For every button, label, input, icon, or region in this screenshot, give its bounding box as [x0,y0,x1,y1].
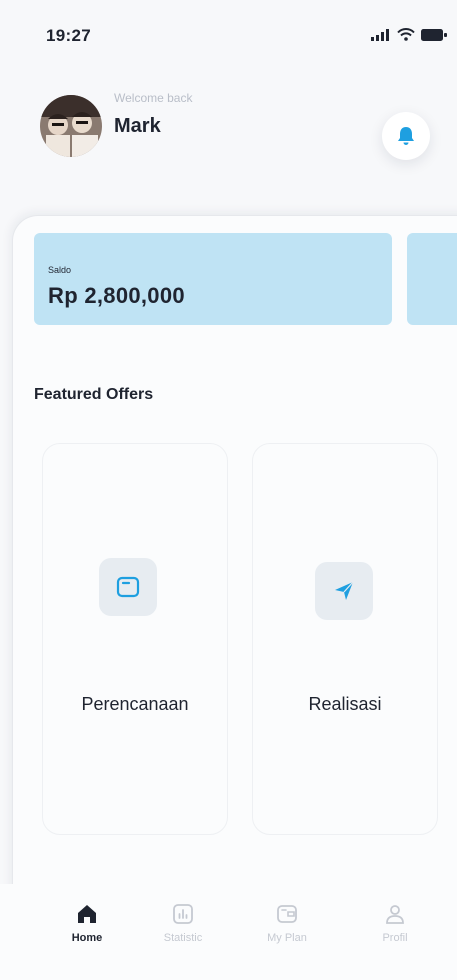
send-icon [335,581,354,600]
nav-label-statistic: Statistic [163,932,203,944]
status-icons [371,28,447,46]
wifi-icon [397,28,415,46]
welcome-text: Welcome back [114,91,193,105]
offer-icon-box [99,558,157,616]
user-photo-avatar [40,95,102,157]
wallet-icon [116,576,140,598]
offer-icon-box [315,562,373,620]
bell-icon [398,127,414,145]
home-icon [78,905,96,923]
wallet-icon [277,905,297,923]
offer-card-perencanaan[interactable]: Perencanaan [42,443,228,835]
home-screen: 19:27 Welcome back Mark Saldo Rp 2,800,0… [0,0,457,980]
offer-label: Realisasi [308,694,382,714]
status-time: 19:27 [46,26,91,45]
status-bar: 19:27 [0,0,457,70]
balance-card[interactable]: Saldo Rp 2,800,000 [34,233,392,325]
chart-icon [173,904,193,924]
nav-label-home: Home [71,932,103,944]
offer-label: Perencanaan [81,694,189,714]
nav-item-my-plan[interactable]: My Plan [247,902,327,944]
nav-label-my-plan: My Plan [267,932,307,944]
user-name: Mark [114,115,161,137]
bottom-nav: Home Statistic My Plan Profil [0,884,457,980]
notification-button[interactable] [382,112,430,160]
balance-label: Saldo [48,265,72,275]
avatar[interactable] [40,95,102,157]
offer-card-realisasi[interactable]: Realisasi [252,443,438,835]
nav-label-profil: Profil [382,932,408,944]
user-icon [386,905,404,924]
nav-item-home[interactable]: Home [47,902,127,944]
featured-offers-title: Featured Offers [34,386,154,403]
signal-icon [371,28,391,46]
nav-item-profil[interactable]: Profil [355,902,435,944]
nav-item-statistic[interactable]: Statistic [143,902,223,944]
next-card-peek[interactable] [407,233,457,325]
battery-icon [421,28,447,46]
balance-amount: Rp 2,800,000 [48,283,185,308]
